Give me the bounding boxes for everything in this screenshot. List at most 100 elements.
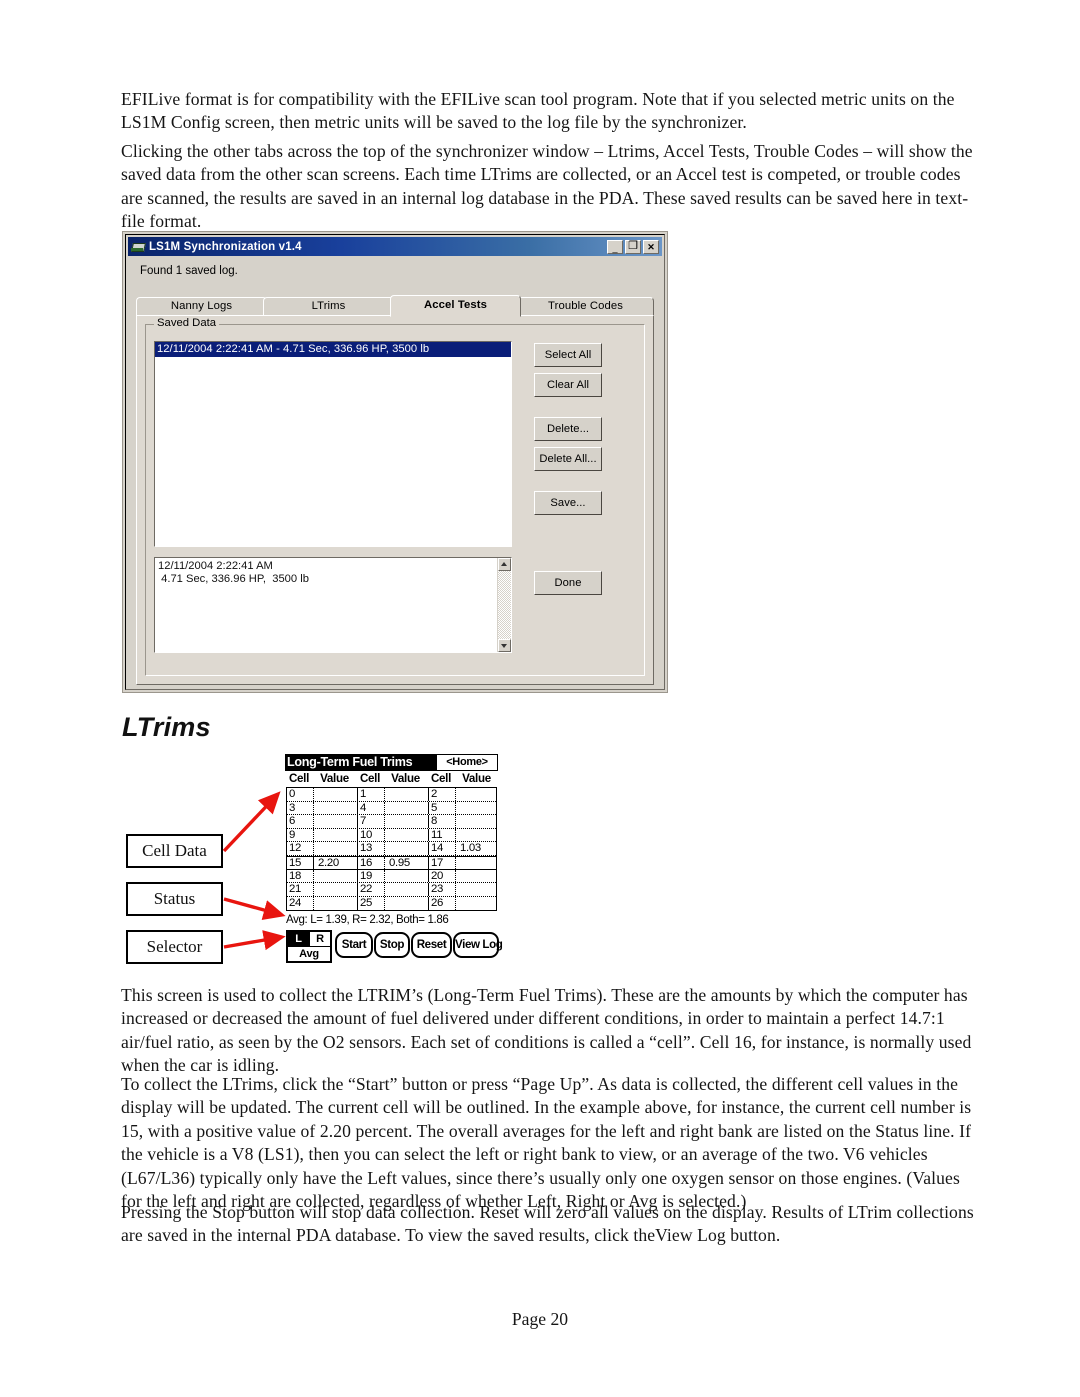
cell-number: 14 xyxy=(429,842,456,855)
pda-title: Long-Term Fuel Trims xyxy=(285,754,435,771)
window-frame: LS1M Synchronization v1.4 _ ❐ ✕ Found 1 … xyxy=(125,234,665,690)
cell-data-row: 6 7 8 xyxy=(287,815,496,829)
cell-value xyxy=(456,829,496,842)
cell-value xyxy=(456,788,496,801)
cell-data-row: 15 2.20 16 0.95 17 xyxy=(287,855,496,870)
cell-number: 24 xyxy=(287,896,314,910)
paragraph-collect-ltrims: To collect the LTrims, click the “Start”… xyxy=(121,1074,972,1212)
callout-status: Status xyxy=(126,882,223,916)
column-header-cell-2: Cell xyxy=(359,772,381,785)
reset-button[interactable]: Reset xyxy=(411,932,452,958)
cell-number: 22 xyxy=(358,883,385,896)
tab-nanny-logs[interactable]: Nanny Logs xyxy=(136,297,267,316)
arrow-selector xyxy=(223,930,286,951)
cell-value xyxy=(385,815,429,828)
clear-all-button[interactable]: Clear All xyxy=(534,373,602,397)
column-header-value-1: Value xyxy=(320,772,349,785)
done-button[interactable]: Done xyxy=(534,571,602,595)
cell-number: 1 xyxy=(358,788,385,801)
saved-data-detail-textbox[interactable]: 12/11/2004 2:22:41 AM 4.71 Sec, 336.96 H… xyxy=(154,557,512,653)
tab-accel-tests[interactable]: Accel Tests xyxy=(390,295,521,317)
paragraph-efilive-format: EFILive format is for compatibility with… xyxy=(121,89,955,133)
bank-selector[interactable]: L R Avg xyxy=(286,930,332,963)
cell-data-row: 24 25 26 xyxy=(287,896,496,911)
paragraph-clicking-tabs: Clicking the other tabs across the top o… xyxy=(121,141,973,232)
cell-data-row: 9 10 11 xyxy=(287,828,496,842)
cell-number: 18 xyxy=(287,869,314,882)
cell-data-row: 0 1 2 xyxy=(287,788,496,802)
cell-value xyxy=(456,815,496,828)
cell-number: 3 xyxy=(287,801,314,814)
cell-value xyxy=(456,883,496,896)
pda-titlebar: Long-Term Fuel Trims <Home> xyxy=(285,754,498,771)
pda-button-row: L R Avg Start Stop Reset View Log xyxy=(286,930,503,964)
start-button[interactable]: Start xyxy=(335,932,373,958)
saved-data-list[interactable]: 12/11/2004 2:22:41 AM - 4.71 Sec, 336.96… xyxy=(154,341,512,547)
tab-strip: Nanny Logs LTrims Accel Tests Trouble Co… xyxy=(136,295,654,317)
cell-number: 20 xyxy=(429,869,456,882)
cell-value: 0.95 xyxy=(385,856,429,869)
tab-ltrims[interactable]: LTrims xyxy=(263,297,394,316)
delete-button[interactable]: Delete... xyxy=(534,417,602,441)
view-log-button[interactable]: View Log xyxy=(453,932,503,958)
minimize-icon: _ xyxy=(612,242,618,253)
cell-value: 2.20 xyxy=(314,856,358,869)
cell-value xyxy=(385,883,429,896)
selector-left[interactable]: L xyxy=(288,932,309,946)
list-item[interactable]: 12/11/2004 2:22:41 AM - 4.71 Sec, 336.96… xyxy=(155,342,511,357)
cell-number: 19 xyxy=(358,869,385,882)
cell-data-row: 18 19 20 xyxy=(287,869,496,883)
cell-number: 4 xyxy=(358,801,385,814)
delete-all-button[interactable]: Delete All... xyxy=(534,447,602,471)
ls1m-synchronization-window: LS1M Synchronization v1.4 _ ❐ ✕ Found 1 … xyxy=(122,231,668,693)
cell-number: 5 xyxy=(429,801,456,814)
detail-scrollbar[interactable] xyxy=(497,558,511,652)
cell-number: 21 xyxy=(287,883,314,896)
scroll-up-button[interactable] xyxy=(498,558,511,571)
minimize-button[interactable]: _ xyxy=(607,239,623,254)
selector-right[interactable]: R xyxy=(309,932,330,946)
cell-number: 8 xyxy=(429,815,456,828)
cell-value xyxy=(385,828,429,841)
cell-number: 12 xyxy=(287,842,314,855)
home-button[interactable]: <Home> xyxy=(435,754,498,771)
saved-data-group: Saved Data 12/11/2004 2:22:41 AM - 4.71 … xyxy=(145,317,645,676)
cell-number: 26 xyxy=(429,896,456,910)
cell-value xyxy=(456,897,496,911)
cell-data-row: 21 22 23 xyxy=(287,883,496,897)
saved-data-label: Saved Data xyxy=(154,317,220,329)
callout-selector: Selector xyxy=(126,930,223,964)
callout-cell-data: Cell Data xyxy=(126,834,223,868)
cell-value xyxy=(314,896,358,910)
cell-data-row: 3 4 5 xyxy=(287,801,496,815)
column-header-value-2: Value xyxy=(391,772,420,785)
cell-number: 6 xyxy=(287,815,314,828)
save-button[interactable]: Save... xyxy=(534,491,602,515)
pda-column-headers: Cell Value Cell Value Cell Value xyxy=(285,771,498,787)
close-icon: ✕ xyxy=(647,241,655,252)
cell-data-row: 12 13 14 1.03 xyxy=(287,842,496,856)
cell-number: 23 xyxy=(429,883,456,896)
cell-number: 25 xyxy=(358,896,385,910)
stop-button[interactable]: Stop xyxy=(374,932,410,958)
arrow-cell-data xyxy=(222,791,281,853)
cell-value: 1.03 xyxy=(460,842,481,854)
page-footer: Page 20 xyxy=(511,1309,569,1329)
cell-value xyxy=(314,869,358,882)
pda-ltrims-screen: Long-Term Fuel Trims <Home> Cell Value C… xyxy=(285,754,503,966)
cell-value xyxy=(314,883,358,896)
selector-avg[interactable]: Avg xyxy=(288,946,330,962)
tab-trouble-codes[interactable]: Trouble Codes xyxy=(517,297,654,316)
cell-data-grid[interactable]: 0 1 2 3 4 5 6 7 8 9 10 11 12 13 14 1.03 15 2.20 16 0.95 17 18… xyxy=(286,787,497,911)
status-text: Found 1 saved log. xyxy=(140,265,238,277)
maximize-button[interactable]: ❐ xyxy=(625,239,641,254)
cell-value xyxy=(385,842,429,855)
close-button[interactable]: ✕ xyxy=(643,239,659,254)
window-title: LS1M Synchronization v1.4 xyxy=(149,240,302,253)
cell-value xyxy=(385,896,429,910)
window-controls: _ ❐ ✕ xyxy=(607,239,662,254)
cell-value xyxy=(314,788,358,801)
cell-number: 10 xyxy=(358,828,385,841)
select-all-button[interactable]: Select All xyxy=(534,343,602,367)
scroll-down-button[interactable] xyxy=(498,639,511,652)
